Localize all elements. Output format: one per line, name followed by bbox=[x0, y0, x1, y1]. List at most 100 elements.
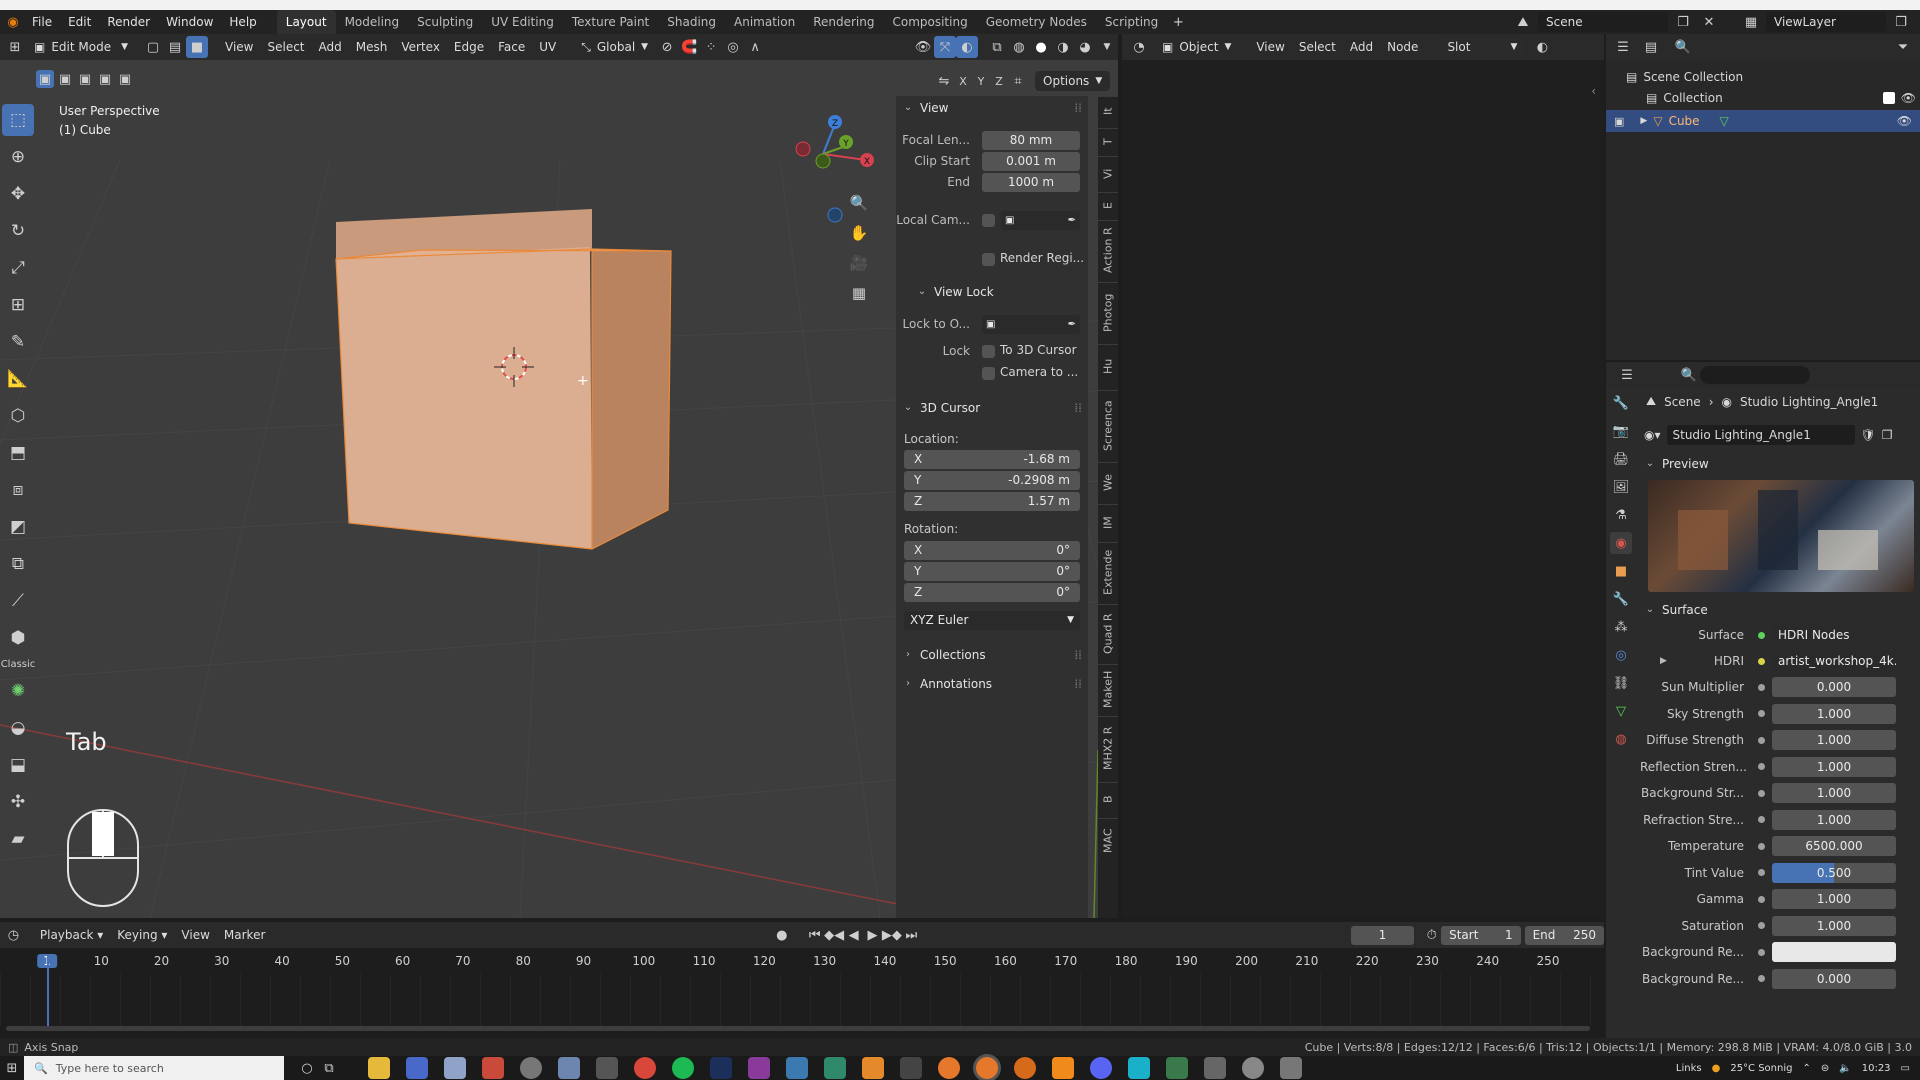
sidebar-tab-screenca[interactable]: Screenca bbox=[1098, 390, 1118, 460]
inset-tool-icon[interactable]: ⧈ bbox=[2, 474, 34, 506]
sidebar-tab-we[interactable]: We bbox=[1098, 462, 1118, 502]
tab-geometry-nodes[interactable]: Geometry Nodes bbox=[977, 10, 1096, 34]
node-editor-type-icon[interactable]: ◔ bbox=[1128, 36, 1150, 58]
blender-logo-icon[interactable]: ◉ bbox=[2, 11, 24, 33]
play-reverse-icon[interactable]: ◀ bbox=[844, 924, 863, 946]
pivot-icon[interactable]: ⊘ bbox=[656, 36, 678, 58]
app-dark-icon[interactable] bbox=[900, 1057, 922, 1079]
prev-keyframe-icon[interactable]: ◆◀ bbox=[824, 924, 844, 946]
sidebar-tab-mhx2-r[interactable]: MHX2 R bbox=[1098, 716, 1118, 780]
exclude-checkbox[interactable] bbox=[1882, 92, 1895, 104]
tab-scripting[interactable]: Scripting bbox=[1096, 10, 1167, 34]
poly-build-tool-icon[interactable]: ⬢ bbox=[2, 622, 34, 654]
start-frame-field[interactable]: Start 1 bbox=[1441, 925, 1521, 945]
constraints-tab-icon[interactable]: ⛓ bbox=[1610, 672, 1632, 694]
extrude-tool-icon[interactable]: ⬒ bbox=[2, 437, 34, 469]
viewport-menu-view[interactable]: View bbox=[218, 36, 260, 58]
camera-view-icon[interactable]: 🎥 bbox=[848, 252, 870, 274]
outliner-row-collection[interactable]: ▤ Collection 👁 bbox=[1646, 91, 1916, 105]
store-icon[interactable] bbox=[406, 1057, 428, 1079]
cursor-rotation-y-field[interactable]: Y 0° bbox=[904, 562, 1080, 581]
outliner-search-icon[interactable]: 🔍 bbox=[1672, 36, 1694, 58]
property-value-field[interactable]: 1.000 bbox=[1772, 809, 1896, 830]
surface-value-field[interactable]: HDRI Nodes bbox=[1772, 625, 1896, 645]
next-keyframe-icon[interactable]: ▶◆ bbox=[882, 924, 902, 946]
slot-dropdown[interactable]: Slot ▼ bbox=[1439, 37, 1526, 57]
cursor-rotation-x-field[interactable]: X 0° bbox=[904, 541, 1080, 560]
outliner-search-field[interactable] bbox=[1694, 38, 1844, 56]
shader-editor-area[interactable]: ◔ ▣ Object ▼ View Select Add Node Slot ▼ ◐ … bbox=[1122, 34, 1604, 918]
node-menu-add[interactable]: Add bbox=[1343, 36, 1380, 58]
eye-icon[interactable]: 👁 bbox=[1897, 114, 1912, 128]
orientation-dropdown[interactable]: ⤡ Global ▼ bbox=[573, 37, 657, 57]
clock-text[interactable]: 10:23 bbox=[1862, 1063, 1891, 1074]
edge-slide-tool-icon[interactable]: ⬓ bbox=[2, 749, 34, 781]
rotate-tool-icon[interactable]: ↻ bbox=[2, 215, 34, 247]
menu-help[interactable]: Help bbox=[221, 10, 264, 34]
hdri-value-field[interactable]: artist_workshop_4k.... bbox=[1772, 651, 1896, 671]
timeline-type-icon[interactable]: ◷ bbox=[4, 924, 23, 946]
face-select-icon[interactable]: ■ bbox=[186, 36, 208, 58]
duplicate-world-icon[interactable]: ❐ bbox=[1882, 428, 1893, 442]
data-tab-icon[interactable]: ▽ bbox=[1610, 700, 1632, 722]
snap-target-icon[interactable]: ⁘ bbox=[700, 36, 722, 58]
viewport-menu-vertex[interactable]: Vertex bbox=[394, 36, 447, 58]
zoom-icon[interactable]: 🔍 bbox=[848, 192, 870, 214]
drag-handle-icon[interactable]: ⁞⁞ bbox=[1074, 96, 1082, 120]
record-icon[interactable]: ● bbox=[772, 924, 791, 946]
task-view-icon[interactable]: ⧉ bbox=[318, 1057, 340, 1079]
tab-modeling[interactable]: Modeling bbox=[336, 10, 409, 34]
affinity-icon[interactable] bbox=[748, 1057, 770, 1079]
viewport-menu-mesh[interactable]: Mesh bbox=[349, 36, 395, 58]
discord-icon[interactable] bbox=[1090, 1057, 1112, 1079]
view-layer-tab-icon[interactable]: 🖼 bbox=[1610, 476, 1632, 498]
cursor-location-y-field[interactable]: Y -0.2908 m bbox=[904, 471, 1080, 490]
gizmo-neg-z-handle[interactable] bbox=[827, 207, 843, 223]
collections-panel-header[interactable]: › Collections ⁞⁞ bbox=[902, 643, 1082, 667]
rendered-shading-icon[interactable]: ◕ bbox=[1074, 36, 1096, 58]
file-explorer-icon[interactable] bbox=[368, 1057, 390, 1079]
mode-selector[interactable]: ▣ Edit Mode ▼ bbox=[26, 37, 136, 57]
local-camera-checkbox[interactable] bbox=[982, 214, 995, 227]
preview-panel-header[interactable]: ⌄ Preview bbox=[1644, 452, 1916, 476]
property-value-field[interactable]: 1.000 bbox=[1772, 783, 1896, 803]
blender-alt-task-icon[interactable] bbox=[1014, 1057, 1036, 1079]
property-value-field[interactable]: 1.000 bbox=[1772, 915, 1896, 936]
sidebar-tab-hu[interactable]: Hu bbox=[1098, 344, 1118, 388]
property-value-field[interactable]: 0.500 bbox=[1772, 862, 1896, 883]
display-mode-icon[interactable]: ▤ bbox=[1640, 36, 1662, 58]
menu-edit[interactable]: Edit bbox=[60, 10, 99, 34]
particles-tab-icon[interactable]: ⁂ bbox=[1610, 616, 1632, 638]
properties-type-icon[interactable]: ☰ bbox=[1616, 364, 1638, 386]
filter-icon[interactable]: ⏷ bbox=[1892, 36, 1914, 58]
timeline-scrollbar[interactable] bbox=[6, 1026, 1590, 1031]
gizmo-toggle-icon[interactable]: ⤧ bbox=[934, 36, 956, 58]
menu-file[interactable]: File bbox=[24, 10, 60, 34]
tab-sculpting[interactable]: Sculpting bbox=[408, 10, 482, 34]
volume-icon[interactable]: 🔈 bbox=[1839, 1063, 1851, 1074]
property-value-field[interactable] bbox=[1772, 942, 1896, 962]
timeline-menu-marker[interactable]: Marker bbox=[217, 924, 272, 946]
spin-tool-icon[interactable]: ✺ bbox=[2, 675, 34, 707]
playhead-line[interactable] bbox=[47, 954, 49, 1026]
network-icon[interactable]: ⊜ bbox=[1821, 1063, 1829, 1074]
sidebar-tab-im[interactable]: IM bbox=[1098, 504, 1118, 540]
calculator-icon[interactable] bbox=[444, 1057, 466, 1079]
physics-tab-icon[interactable]: ◎ bbox=[1610, 644, 1632, 666]
properties-search-icon[interactable]: 🔍 bbox=[1678, 364, 1700, 386]
world-name-field[interactable]: Studio Lighting_Angle1 bbox=[1666, 425, 1855, 445]
smooth-tool-icon[interactable]: ◒ bbox=[2, 712, 34, 744]
new-scene-icon[interactable]: ❐ bbox=[1672, 11, 1694, 33]
tray-chevron-icon[interactable]: ⌃ bbox=[1802, 1063, 1810, 1074]
end-frame-field[interactable]: End 250 bbox=[1524, 925, 1605, 945]
sidebar-tab-makeh[interactable]: MakeH bbox=[1098, 664, 1118, 714]
sidebar-tab-action-r[interactable]: Action R bbox=[1098, 220, 1118, 280]
gizmo-neg-y-handle[interactable] bbox=[815, 153, 831, 169]
app-red-icon[interactable] bbox=[482, 1057, 504, 1079]
app-gray-icon[interactable] bbox=[1204, 1057, 1226, 1079]
shader-type-dropdown[interactable]: ▣ Object ▼ bbox=[1154, 37, 1240, 57]
sidebar-tab-extende[interactable]: Extende bbox=[1098, 542, 1118, 602]
proportional-icon[interactable]: ◎ bbox=[722, 36, 744, 58]
cursor-rotation-z-field[interactable]: Z 0° bbox=[904, 583, 1080, 602]
3d-cursor-icon[interactable] bbox=[492, 345, 536, 389]
